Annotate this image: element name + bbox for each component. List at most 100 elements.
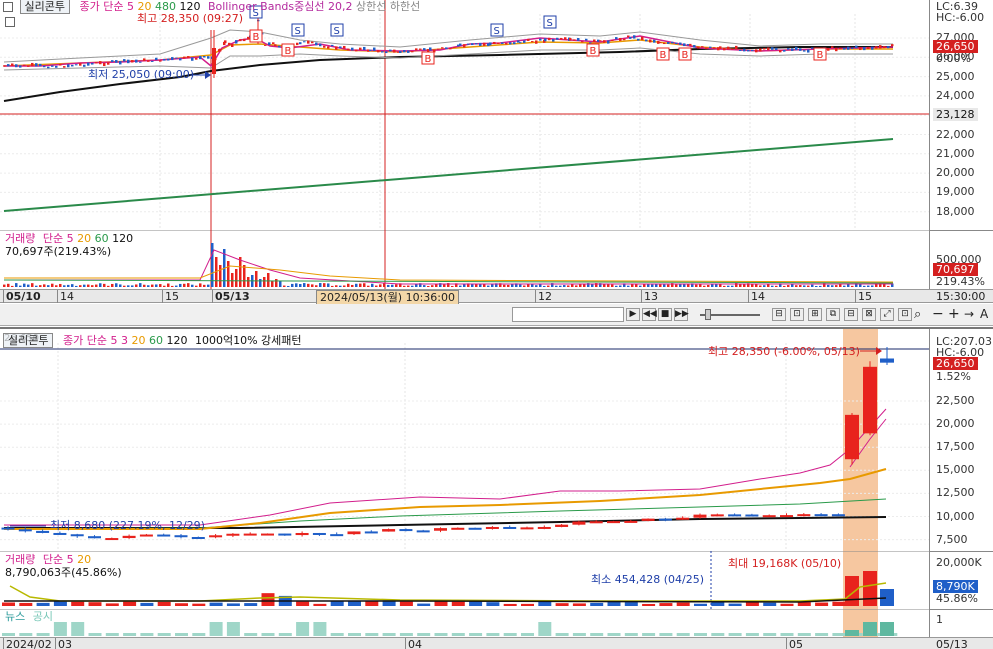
scrollbar-track[interactable] bbox=[512, 307, 624, 322]
top-chart-panel[interactable]: S S S S S B B B B B B B 최고 28,350 (09:27) 최저 25,050 (… bbox=[0, 0, 993, 290]
top-candle-84 bbox=[323, 45, 326, 48]
news-plot[interactable] bbox=[0, 609, 929, 637]
top-candle-33 bbox=[135, 59, 138, 63]
tool-icon-4[interactable]: ⧉ bbox=[826, 308, 840, 321]
top-vol-bar-83 bbox=[335, 285, 338, 287]
top-vol-bar-168 bbox=[675, 284, 678, 287]
top-settings-icon-2[interactable] bbox=[5, 17, 15, 27]
top-candle-36 bbox=[147, 60, 150, 62]
top-candle-47 bbox=[191, 57, 194, 61]
top-candle-106 bbox=[407, 50, 410, 53]
last-button[interactable]: ▶▶ bbox=[674, 308, 689, 321]
top-candle-86 bbox=[331, 44, 334, 47]
top-candle-200 bbox=[759, 48, 762, 52]
settings-icon[interactable] bbox=[3, 2, 13, 12]
bot-candle-21 bbox=[364, 531, 378, 534]
bot-candle-32 bbox=[555, 524, 569, 527]
bottom-price-plot[interactable]: 최고 28,350 (-6.00%, 05/13) 최저 8,680 (227.1… bbox=[0, 329, 929, 551]
text-tool-icon[interactable]: → bbox=[964, 307, 974, 321]
top-candle-19 bbox=[79, 63, 82, 66]
news-axis: 1 bbox=[929, 609, 993, 637]
zoom-in-icon[interactable]: + bbox=[948, 306, 960, 322]
top-candle-162 bbox=[615, 37, 618, 40]
vol-ma-5: 5 bbox=[66, 232, 74, 245]
top-vol-bar-42 bbox=[171, 285, 174, 287]
top-volume-axis: 500,000 70,697 219.43% bbox=[929, 230, 993, 290]
top-vol-current-pct: 219.43% bbox=[936, 275, 985, 288]
top-candle-79 bbox=[303, 41, 306, 43]
top-hc: HC:-6.00 bbox=[936, 11, 985, 24]
top-candle-6 bbox=[27, 65, 30, 67]
tool-icon-7[interactable]: ⤢ bbox=[880, 308, 894, 321]
pattern-label: 1000억10% 강세패턴 bbox=[194, 334, 302, 347]
top-vol-bar-100 bbox=[403, 285, 406, 287]
news-bar-12 bbox=[209, 622, 223, 636]
bot-vol-bar-44 bbox=[763, 602, 777, 606]
news-bar-47 bbox=[815, 633, 829, 636]
bot-candle-16 bbox=[278, 533, 292, 536]
sell-signal-label-1: S bbox=[295, 26, 301, 37]
bottom-volume-legend: 거래량 단순 5 20 bbox=[5, 553, 91, 567]
top-vol-bar-153 bbox=[615, 285, 618, 287]
top-candle-116 bbox=[445, 47, 448, 50]
bot-candle-31 bbox=[537, 526, 551, 529]
first-button[interactable]: ◀◀ bbox=[642, 308, 657, 321]
news-bar-29 bbox=[503, 633, 517, 636]
top-vol-bar-159 bbox=[639, 285, 642, 287]
top-candle-154 bbox=[585, 38, 588, 41]
top-price-plot[interactable]: SS S SSBBBB B B B최고 28,350 (09:27)최저 25,050 (… bbox=[0, 0, 929, 230]
bot-price-tick-2: 17,500 bbox=[936, 440, 975, 454]
tool-icon-3[interactable]: ⊞ bbox=[808, 308, 822, 321]
bot-vol-bar-8 bbox=[140, 602, 154, 606]
stop-button[interactable]: ■ bbox=[658, 308, 672, 321]
top-volume-plot[interactable] bbox=[0, 230, 929, 290]
top-vol-bar-0 bbox=[3, 284, 6, 287]
tool-icon-2[interactable]: ⊡ bbox=[790, 308, 804, 321]
bot-vol-bar-12 bbox=[209, 602, 223, 606]
top-time-label-0: 05/10 bbox=[3, 290, 41, 303]
top-candle-26 bbox=[107, 62, 110, 65]
news-bar-8 bbox=[140, 633, 154, 636]
top-candle-112 bbox=[429, 47, 432, 51]
top-vol-bar-209 bbox=[839, 284, 842, 287]
top-vol-bar-81 bbox=[327, 283, 330, 287]
top-candle-140 bbox=[535, 40, 538, 44]
top-candle-206 bbox=[783, 49, 786, 52]
top-vol-bar-29 bbox=[119, 284, 122, 287]
top-candle-4 bbox=[19, 65, 22, 68]
news-bar-32 bbox=[555, 633, 569, 636]
top-candle-125 bbox=[479, 42, 482, 46]
zoom-slider-handle[interactable] bbox=[705, 309, 711, 320]
open-candle bbox=[212, 48, 216, 74]
tool-icon-1[interactable]: ⊟ bbox=[772, 308, 786, 321]
top-candle-68 bbox=[264, 44, 267, 46]
news-bar-24 bbox=[417, 633, 431, 636]
news-bar-7 bbox=[123, 633, 137, 636]
top-candle-10 bbox=[43, 65, 46, 68]
top-vol-bar-76 bbox=[307, 283, 310, 287]
top-vol-bar-117 bbox=[471, 284, 474, 287]
zoom-out-icon[interactable]: − bbox=[932, 306, 944, 322]
top-candle-89 bbox=[343, 45, 346, 49]
top-candle-131 bbox=[501, 42, 504, 44]
top-candle-144 bbox=[548, 37, 551, 41]
tool-icon-8[interactable]: ⊡ bbox=[898, 308, 912, 321]
stock-name-tag[interactable]: 실리콘투 bbox=[19, 0, 70, 14]
bot-price-tick-1: 20,000 bbox=[936, 417, 975, 431]
top-candle-226 bbox=[863, 47, 866, 51]
bot-vol-bar-5 bbox=[88, 602, 102, 606]
scroll-right-button[interactable]: ▶ bbox=[626, 308, 640, 321]
font-icon[interactable]: A bbox=[980, 307, 988, 321]
top-vol-bar-1 bbox=[7, 283, 10, 287]
tool-icon-6[interactable]: ⊠ bbox=[862, 308, 876, 321]
bottom-volume-plot[interactable]: 최대 19,168K (05/10) 최소 454,428 (04/25) bbox=[0, 551, 929, 609]
top-price-tick-5: 22,000 bbox=[936, 127, 975, 141]
sell-signal-label-2: S bbox=[334, 26, 340, 37]
top-candle-164 bbox=[623, 38, 626, 41]
top-candle-174 bbox=[659, 42, 662, 44]
bot-vol-ma5 bbox=[9, 582, 887, 602]
bottom-chart-panel[interactable]: 최고 28,350 (-6.00%, 05/13) 최저 8,680 (227.1… bbox=[0, 327, 993, 649]
bottom-ma-5: 5 bbox=[110, 334, 118, 347]
tool-icon-5[interactable]: ⊟ bbox=[844, 308, 858, 321]
zoom-icon[interactable]: ⌕ bbox=[914, 307, 921, 322]
